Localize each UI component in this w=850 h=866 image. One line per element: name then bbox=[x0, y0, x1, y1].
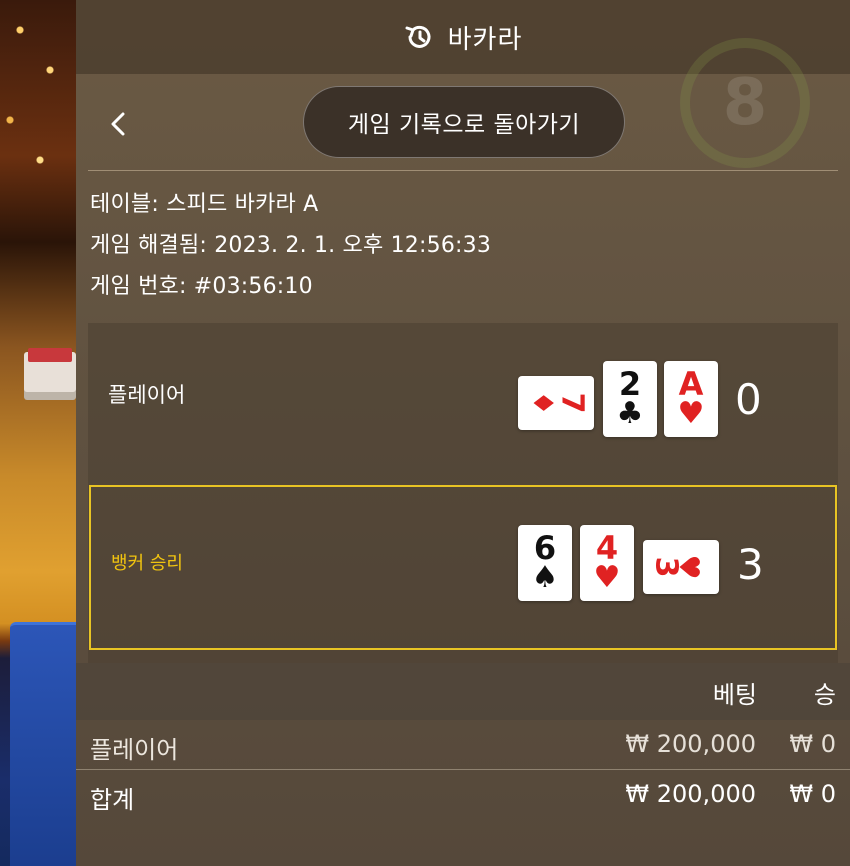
bet-table-header: 베팅 승 bbox=[76, 663, 850, 720]
banker-hand-label: 뱅커 승리 bbox=[111, 553, 183, 574]
player-hand-label: 플레이어 bbox=[108, 383, 186, 407]
card-suit: ♦ bbox=[526, 390, 560, 416]
background-casino-scene bbox=[0, 0, 90, 866]
banker-card-2: 4 ♥ bbox=[580, 525, 634, 601]
player-card-2: 2 ♣ bbox=[603, 361, 657, 437]
win-column-header: 승 bbox=[813, 681, 836, 709]
banker-hand-winner: 뱅커 승리 6 ♠ 4 ♥ 3 ♥ 3 bbox=[89, 485, 837, 650]
table-row: 플레이어 ₩ 200,000 ₩ 0 bbox=[76, 720, 850, 770]
card-suit: ♥ bbox=[593, 560, 621, 595]
card-suit: ♥ bbox=[677, 396, 705, 431]
card-rank: 7 bbox=[554, 392, 590, 414]
table-name: 테이블: 스피드 바카라 A bbox=[90, 192, 319, 217]
resolved-time: 게임 해결됨: 2023. 2. 1. 오후 12:56:33 bbox=[90, 233, 492, 258]
back-button[interactable] bbox=[102, 104, 134, 144]
card-rank: 4 bbox=[595, 529, 619, 567]
banker-score: 3 bbox=[737, 540, 764, 589]
card-shoe-image bbox=[24, 348, 76, 392]
card-suit: ♠ bbox=[531, 560, 559, 595]
player-card-3: A ♥ bbox=[664, 361, 718, 437]
bet-column-header: 베팅 bbox=[712, 681, 757, 709]
history-icon bbox=[404, 22, 434, 52]
card-rank: 2 bbox=[618, 365, 642, 403]
chevron-left-icon bbox=[111, 112, 125, 136]
background-round-badge: 8 bbox=[680, 38, 810, 168]
hands-area: 플레이어 ♦ 7 2 ♣ A ♥ 0 뱅커 승리 6 ♠ 4 ♥ 3 ♥ 3 bbox=[88, 323, 838, 663]
game-history-panel: 바카라 8 게임 기록으로 돌아가기 테이블: 스피드 바카라 A 게임 해결됨… bbox=[76, 0, 850, 866]
player-hand: 플레이어 ♦ 7 2 ♣ A ♥ 0 bbox=[88, 323, 838, 487]
header-title-group: 바카라 bbox=[404, 19, 523, 56]
banker-card-1: 6 ♠ bbox=[518, 525, 572, 601]
page-title: 바카라 bbox=[447, 24, 523, 55]
player-score: 0 bbox=[735, 375, 762, 424]
player-card-1: ♦ 7 bbox=[518, 376, 594, 430]
card-suit: ♥ bbox=[672, 554, 706, 580]
back-to-history-button[interactable]: 게임 기록으로 돌아가기 bbox=[303, 86, 625, 158]
total-row: 합계 ₩ 200,000 ₩ 0 bbox=[76, 770, 850, 820]
game-info: 테이블: 스피드 바카라 A 게임 해결됨: 2023. 2. 1. 오후 12… bbox=[76, 171, 850, 312]
nav-row: 8 게임 기록으로 돌아가기 bbox=[76, 38, 850, 170]
card-suit: ♣ bbox=[616, 396, 644, 431]
bet-row-amount: ₩ 200,000 bbox=[625, 730, 756, 758]
bet-row-label: 플레이어 bbox=[90, 736, 179, 764]
game-number: 게임 번호: #03:56:10 bbox=[90, 274, 313, 299]
card-rank: A bbox=[678, 365, 704, 403]
card-rank: 6 bbox=[533, 529, 557, 567]
banker-card-3: 3 ♥ bbox=[643, 540, 719, 594]
total-win-amount: ₩ 0 bbox=[789, 780, 836, 808]
bet-row-win: ₩ 0 bbox=[789, 730, 836, 758]
total-label: 합계 bbox=[90, 786, 135, 814]
total-bet-amount: ₩ 200,000 bbox=[625, 780, 756, 808]
